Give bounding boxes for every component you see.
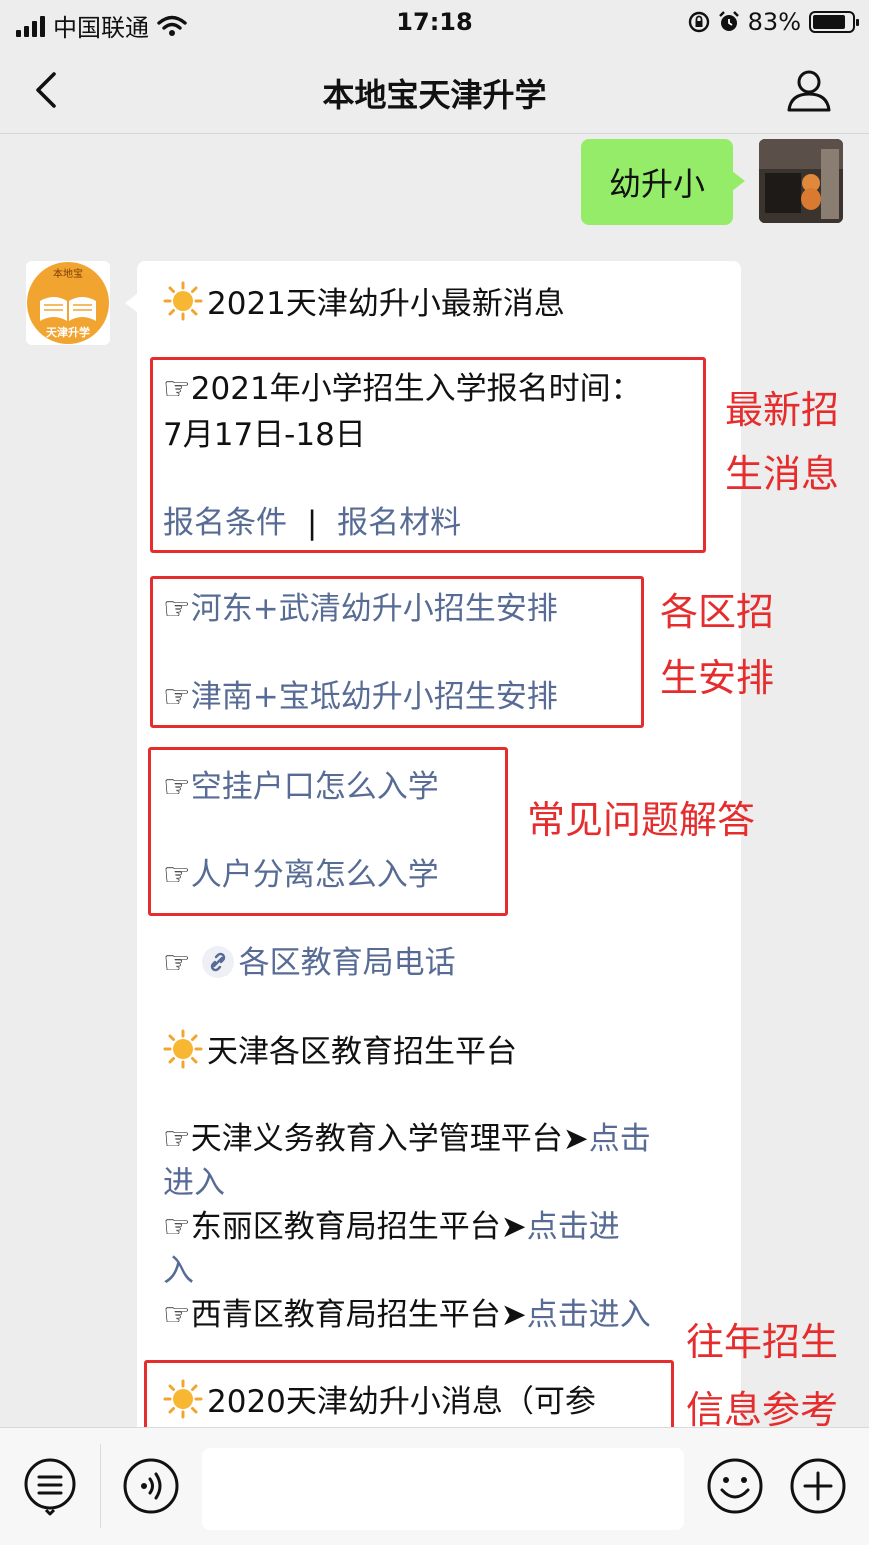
voice-icon[interactable]	[121, 1456, 181, 1516]
annotation-box-faq	[148, 747, 508, 916]
chat-header: 本地宝天津升学	[0, 44, 869, 134]
annotation-past-line2: 信息参考	[686, 1388, 839, 1427]
link-platform-2-b[interactable]: 入	[163, 1253, 194, 1289]
annotation-past-line1: 往年招生	[686, 1320, 839, 1364]
menu-icon[interactable]	[20, 1456, 80, 1516]
link-chain-icon	[201, 946, 234, 978]
platform-row-2-wrap: 入	[163, 1249, 194, 1293]
input-bar	[0, 1427, 869, 1545]
book-logo-icon: 本地宝 天津升学	[27, 262, 109, 344]
battery-icon	[809, 11, 859, 33]
plus-icon[interactable]	[788, 1456, 848, 1516]
phone-link-row: ☞ 各区教育局电话	[163, 941, 456, 985]
alarm-icon	[718, 11, 739, 31]
rotation-lock-icon	[688, 11, 709, 33]
link-platform-1-a[interactable]: 点击	[589, 1121, 651, 1157]
avatar-top-text: 本地宝	[53, 267, 83, 280]
chat-title: 本地宝天津升学	[322, 76, 547, 114]
message-input[interactable]	[202, 1448, 684, 1530]
annotation-box-past	[144, 1360, 674, 1427]
pointing-hand-icon: ☞	[163, 945, 191, 981]
annotation-box-district	[150, 576, 644, 728]
status-bar: 中国联通 17:18 83%	[0, 0, 869, 44]
link-district-edu-phone[interactable]: 各区教育局电话	[239, 945, 456, 981]
battery-fill	[813, 15, 845, 29]
heading-2021: 2021天津幼升小最新消息	[163, 281, 565, 326]
outgoing-message[interactable]: 幼升小	[580, 139, 746, 225]
user-avatar[interactable]	[759, 139, 843, 223]
platform-row-1-wrap: 进入	[163, 1161, 225, 1205]
platform-row-1: ☞天津义务教育入学管理平台➤点击	[163, 1117, 651, 1161]
battery-percent: 83%	[747, 8, 801, 36]
annotation-latest-line1: 最新招	[725, 388, 840, 432]
platform-row-3: ☞西青区教育局招生平台➤点击进入	[163, 1293, 651, 1337]
annotation-faq: 常见问题解答	[527, 798, 756, 842]
platform-name-2: ☞东丽区教育局招生平台➤	[163, 1209, 527, 1245]
annotation-district-line1: 各区招	[660, 590, 775, 634]
sun-icon	[163, 1029, 203, 1069]
annotation-box-latest	[150, 357, 706, 553]
annotation-district-line2: 生安排	[660, 656, 775, 700]
emoji-icon[interactable]	[705, 1456, 765, 1516]
profile-icon[interactable]	[785, 66, 833, 114]
input-divider	[100, 1444, 101, 1528]
user-avatar-image	[759, 139, 843, 223]
outgoing-bubble[interactable]: 幼升小	[580, 139, 746, 225]
platform-name-3: ☞西青区教育局招生平台➤	[163, 1297, 527, 1333]
annotation-latest-line2: 生消息	[725, 452, 840, 496]
status-right: 83%	[688, 8, 859, 36]
platform-heading-text: 天津各区教育招生平台	[207, 1034, 517, 1070]
platform-name-1: ☞天津义务教育入学管理平台➤	[163, 1121, 589, 1157]
sun-icon	[163, 281, 203, 321]
heading-2021-text: 2021天津幼升小最新消息	[207, 286, 565, 322]
official-account-avatar[interactable]: 本地宝 天津升学	[26, 261, 110, 345]
avatar-bottom-text: 天津升学	[46, 325, 90, 339]
platform-row-2: ☞东丽区教育局招生平台➤点击进	[163, 1205, 620, 1249]
link-platform-2-a[interactable]: 点击进	[527, 1209, 620, 1245]
link-platform-3[interactable]: 点击进入	[527, 1297, 651, 1333]
link-platform-1-b[interactable]: 进入	[163, 1165, 225, 1201]
chat-area[interactable]: 幼升小 本地宝 天津升学 2021天津幼升小最新消息 ☞2021年小学招生入学报…	[0, 135, 869, 1427]
platform-heading: 天津各区教育招生平台	[163, 1029, 517, 1074]
